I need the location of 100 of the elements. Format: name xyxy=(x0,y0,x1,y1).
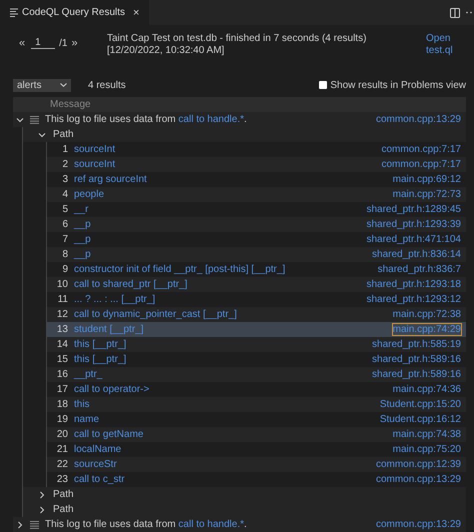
step-link[interactable]: call to shared_ptr [__ptr_] xyxy=(74,279,366,290)
chevron-icon[interactable] xyxy=(38,490,46,498)
step-link[interactable]: __p xyxy=(74,219,366,230)
path-step-row[interactable]: 12 call to dynamic_pointer_cast [__ptr_] main.cpp:72:38 xyxy=(47,307,466,322)
step-link[interactable]: __ptr_ xyxy=(74,369,372,380)
path-row[interactable]: Path xyxy=(23,487,466,502)
path-step-row[interactable]: 13 student [__ptr_] main.cpp:74:29 xyxy=(47,322,466,337)
last-page-button[interactable]: » xyxy=(69,37,80,49)
more-actions-icon[interactable] xyxy=(466,11,472,14)
path-step-row[interactable]: 8 __p shared_ptr.h:836:14 xyxy=(47,247,466,262)
query-time: [12/20/2022, 10:32:40 AM] xyxy=(107,45,226,57)
path-step-row[interactable]: 10 call to shared_ptr [__ptr_] shared_ptr.h:1293:18 xyxy=(47,277,466,292)
location-link[interactable]: Student.cpp:16:12 xyxy=(380,414,466,425)
location-link[interactable]: shared_ptr.h:836:7 xyxy=(378,264,466,275)
step-number: 14 xyxy=(56,339,69,350)
step-number: 5 xyxy=(61,204,69,215)
location-link[interactable]: main.cpp:74:36 xyxy=(392,384,466,395)
path-step-row[interactable]: 2 sourceInt common.cpp:7:17 xyxy=(47,157,466,172)
results-tab[interactable]: CodeQL Query Results × xyxy=(0,0,150,25)
path-row[interactable]: Path xyxy=(23,502,466,517)
location-link[interactable]: shared_ptr.h:1293:18 xyxy=(366,279,466,290)
location-link[interactable]: shared_ptr.h:1293:39 xyxy=(366,219,466,230)
step-number: 7 xyxy=(61,234,69,245)
step-link[interactable]: this xyxy=(74,399,380,410)
result-count: 4 results xyxy=(88,80,127,90)
location-link[interactable]: common.cpp:13:29 xyxy=(376,519,466,530)
step-link[interactable]: call to dynamic_pointer_cast [__ptr_] xyxy=(74,309,393,320)
location-link[interactable]: shared_ptr.h:1289:45 xyxy=(366,204,466,215)
preview-icon xyxy=(10,8,18,17)
step-number: 16 xyxy=(56,369,69,380)
chevron-icon[interactable] xyxy=(38,130,46,138)
step-number: 8 xyxy=(61,249,69,260)
step-link[interactable]: __p xyxy=(74,249,372,260)
source-link[interactable]: call to handle.* xyxy=(178,519,244,530)
location-link[interactable]: shared_ptr.h:585:19 xyxy=(372,339,466,350)
step-number: 10 xyxy=(56,279,69,290)
step-number: 11 xyxy=(56,294,69,305)
step-link[interactable]: this [__ptr_] xyxy=(74,354,372,365)
chevron-icon[interactable] xyxy=(16,116,24,124)
location-link[interactable]: common.cpp:7:17 xyxy=(382,159,466,170)
step-link[interactable]: constructor init of field __ptr_ [post-this] [__ptr_] xyxy=(74,264,378,275)
step-number: 23 xyxy=(56,474,69,485)
path-step-row[interactable]: 22 sourceStr common.cpp:12:39 xyxy=(47,457,466,472)
step-link[interactable]: call to operator-> xyxy=(74,384,393,395)
step-link[interactable]: name xyxy=(74,414,380,425)
open-query-link[interactable]: Open test.ql xyxy=(426,33,466,57)
path-step-row[interactable]: 18 this Student.cpp:15:20 xyxy=(47,397,466,412)
alert-row[interactable]: This log to file uses data from call to handle.*. common.cpp:13:29 xyxy=(13,112,466,127)
location-link[interactable]: common.cpp:12:39 xyxy=(376,459,466,470)
checkbox[interactable] xyxy=(319,81,328,89)
path-row[interactable]: Path xyxy=(23,127,466,142)
path-step-row[interactable]: 14 this [__ptr_] shared_ptr.h:585:19 xyxy=(47,337,466,352)
path-step-row[interactable]: 20 call to getName main.cpp:74:38 xyxy=(47,427,466,442)
step-link[interactable]: call to c_str xyxy=(74,474,376,485)
location-link[interactable]: common.cpp:13:29 xyxy=(376,474,466,485)
step-link[interactable]: localName xyxy=(74,444,393,455)
path-step-row[interactable]: 4 people main.cpp:72:73 xyxy=(47,187,466,202)
location-link[interactable]: main.cpp:74:29 xyxy=(392,324,461,335)
step-link[interactable]: people xyxy=(74,189,393,200)
path-step-row[interactable]: 16 __ptr_ shared_ptr.h:589:16 xyxy=(47,367,466,382)
source-link[interactable]: call to handle.* xyxy=(178,114,244,125)
page-input[interactable]: 1 xyxy=(31,37,56,49)
first-page-button[interactable]: « xyxy=(17,37,28,49)
location-link[interactable]: shared_ptr.h:836:14 xyxy=(372,249,466,260)
step-link[interactable]: this [__ptr_] xyxy=(74,339,372,350)
step-link[interactable]: call to getName xyxy=(74,429,393,440)
list-icon xyxy=(30,520,39,528)
location-link[interactable]: main.cpp:74:38 xyxy=(392,429,466,440)
step-link[interactable]: sourceInt xyxy=(74,159,382,170)
step-link[interactable]: __p xyxy=(74,234,366,245)
location-link[interactable]: common.cpp:7:17 xyxy=(382,144,466,155)
step-number: 9 xyxy=(61,264,69,275)
location-link[interactable]: shared_ptr.h:589:16 xyxy=(372,354,466,365)
step-link[interactable]: ref arg sourceInt xyxy=(74,174,393,185)
result-set-select[interactable]: alerts xyxy=(13,78,71,92)
alert-row[interactable]: This log to file uses data from call to handle.*. common.cpp:13:29 xyxy=(13,517,466,532)
step-link[interactable]: sourceInt xyxy=(74,144,382,155)
step-number: 13 xyxy=(56,324,69,335)
location-link[interactable]: main.cpp:72:38 xyxy=(392,309,466,320)
split-editor-icon[interactable] xyxy=(450,8,460,18)
step-link[interactable]: sourceStr xyxy=(74,459,376,470)
location-link[interactable]: shared_ptr.h:1293:12 xyxy=(366,294,466,305)
step-link[interactable]: __r xyxy=(74,204,366,215)
step-number: 15 xyxy=(56,354,69,365)
location-link[interactable]: Student.cpp:15:20 xyxy=(380,399,466,410)
chevron-icon[interactable] xyxy=(38,506,46,514)
location-link[interactable]: shared_ptr.h:589:16 xyxy=(372,369,466,380)
step-link[interactable]: student [__ptr_] xyxy=(74,324,393,335)
close-tab-button[interactable]: × xyxy=(133,6,140,18)
location-link[interactable]: common.cpp:13:29 xyxy=(376,114,466,125)
location-link[interactable]: shared_ptr.h:471:104 xyxy=(366,234,466,245)
location-link[interactable]: main.cpp:75:20 xyxy=(392,444,466,455)
chevron-icon[interactable] xyxy=(16,520,24,528)
path-step-row[interactable]: 6 __p shared_ptr.h:1293:39 xyxy=(47,217,466,232)
step-number: 3 xyxy=(61,174,69,185)
step-number: 19 xyxy=(56,414,69,425)
location-link[interactable]: main.cpp:69:12 xyxy=(392,174,466,185)
step-link[interactable]: ... ? ... : ... [__ptr_] xyxy=(74,294,366,305)
step-number: 21 xyxy=(56,444,69,455)
location-link[interactable]: main.cpp:72:73 xyxy=(392,189,466,200)
